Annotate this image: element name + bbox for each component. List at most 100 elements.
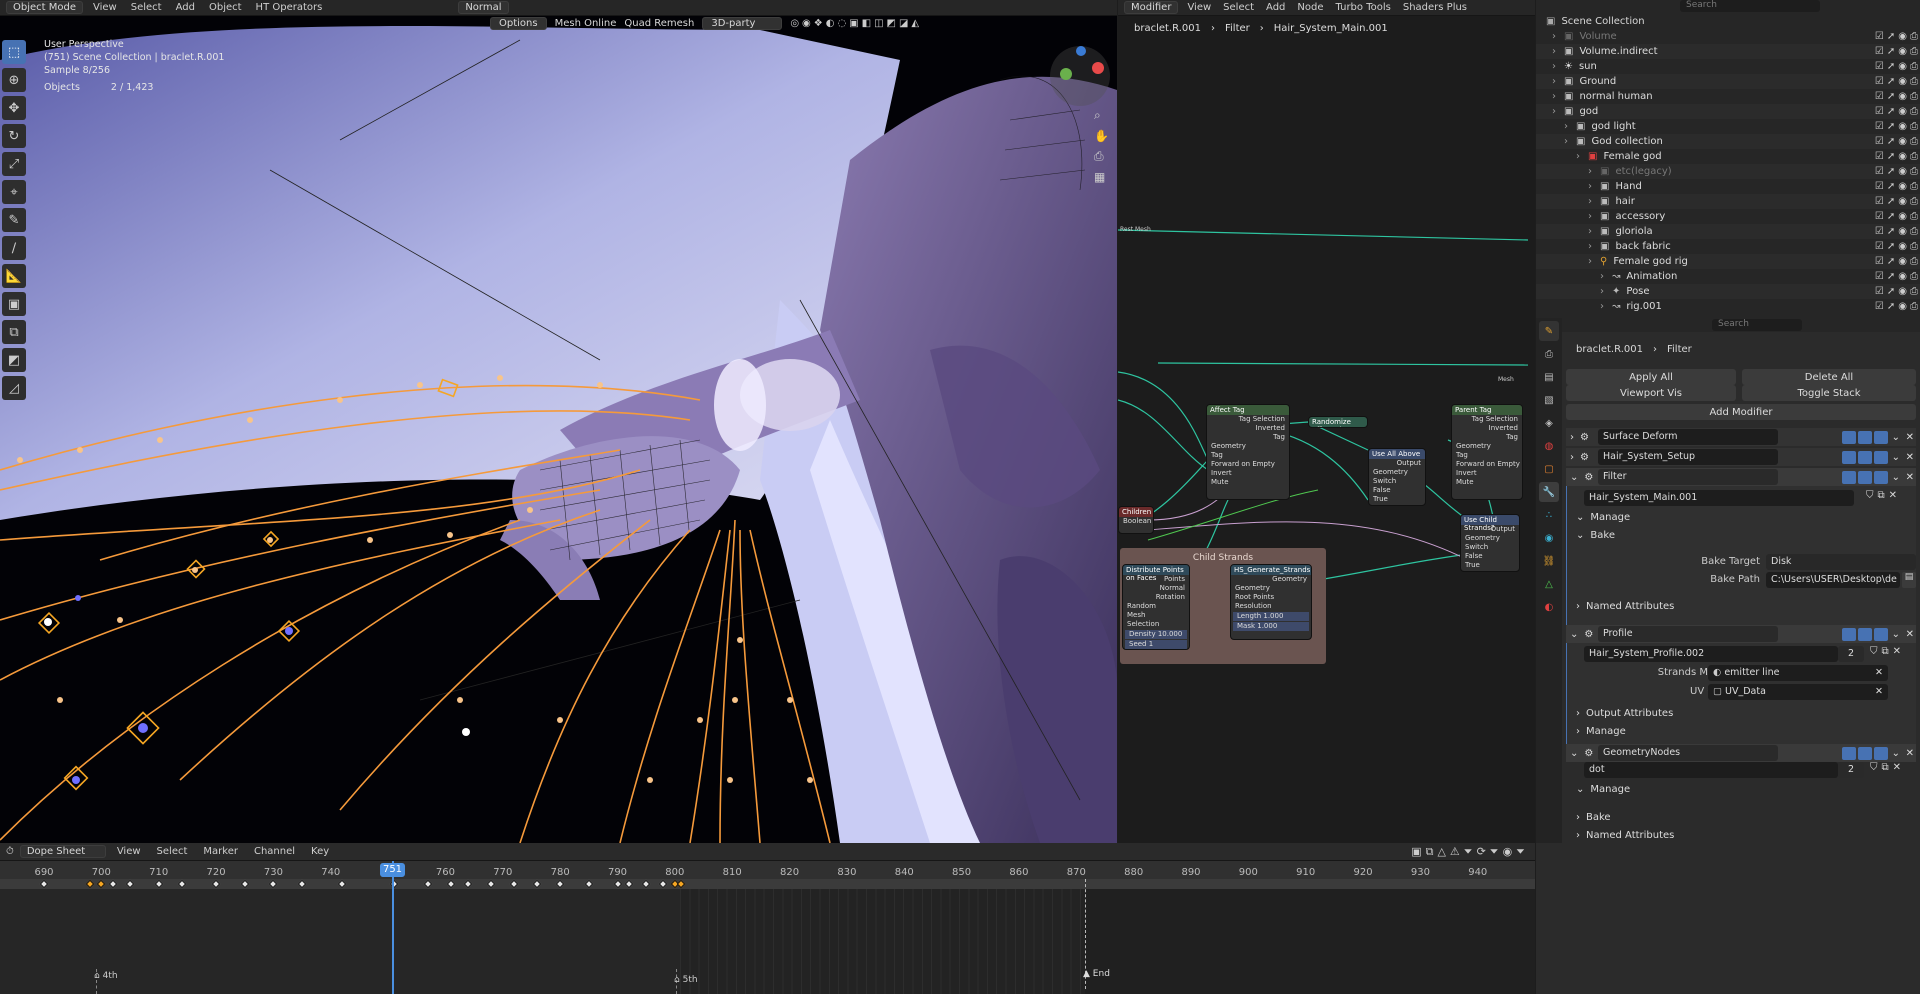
modifier-name-field[interactable]: Profile [1598,626,1778,642]
visibility-toggles[interactable]: ☑ ➚ ◉ ⎙ [1875,31,1918,42]
outliner-root[interactable]: ▣ Scene Collection [1536,14,1920,29]
bake-subpanel[interactable]: ⌄ Bake [1566,526,1916,544]
expand-chevron-icon[interactable]: › [1552,46,1562,57]
outliner-row[interactable]: › ⚲ Female god rig ☑ ➚ ◉ ⎙ [1536,254,1920,269]
options-dropdown[interactable]: Options [490,16,547,30]
select-box-tool-icon[interactable]: ⬚ [2,40,26,64]
eye-icon[interactable]: ◉ [1898,196,1907,207]
expand-chevron-icon[interactable]: › [1588,211,1598,222]
fake-user-icon[interactable]: ⛉ [1866,490,1874,501]
pan-hand-icon[interactable]: ✋ [1094,129,1109,143]
annotate-tool-icon[interactable]: ✎ [2,208,26,232]
outliner-row[interactable]: › ▣ Volume ☑ ➚ ◉ ⎙ [1536,29,1920,44]
output-tab-icon[interactable]: ▤ [1539,367,1559,387]
outliner-panel[interactable]: Search ▣ Scene Collection › ▣ Volume ☑ ➚ ◉ ⎙ › ▣… [1536,0,1920,318]
select-arrow-icon[interactable]: ➚ [1887,181,1895,192]
visibility-toggles[interactable]: ☑ ➚ ◉ ⎙ [1875,91,1918,102]
marker-5th[interactable]: ⌂ 5th [674,975,698,985]
node-randomize-affected[interactable]: Randomize Affected [1308,416,1368,428]
viewport-menu-add[interactable]: Add [172,2,199,13]
modifier-hair-system-setup[interactable]: › ⚙ Hair_System_Setup ⌄ ✕ [1566,448,1916,466]
expand-chevron-icon[interactable]: › [1552,61,1562,72]
node-group-field[interactable]: dot [1584,762,1838,778]
node-hs-generate-strands[interactable]: HS_Generate_Strands Geometry Geometry Ro… [1230,564,1312,640]
density-field[interactable]: Density 10.000 [1125,630,1187,639]
camera-icon[interactable]: ⎙ [1910,241,1918,252]
collapse-chevron-icon[interactable]: ⌄ [1570,472,1578,483]
expand-chevron-icon[interactable]: › [1570,452,1574,463]
particles-tab-icon[interactable]: ∴ [1539,505,1559,525]
viewport-menu-ht-operators[interactable]: HT Operators [252,2,327,13]
outliner-row[interactable]: › ▣ God collection ☑ ➚ ◉ ⎙ [1536,134,1920,149]
move-tool-icon[interactable]: ✥ [2,96,26,120]
node-children[interactable]: Children Boolean [1118,506,1154,534]
checkbox-icon[interactable]: ☑ [1875,241,1884,252]
marker-end[interactable]: ▲ End [1083,969,1110,979]
scene-tab-icon[interactable]: ◈ [1539,413,1559,433]
visibility-toggles[interactable]: ☑ ➚ ◉ ⎙ [1875,301,1918,312]
eye-icon[interactable]: ◉ [1898,256,1907,267]
eye-icon[interactable]: ◉ [1898,151,1907,162]
expand-chevron-icon[interactable]: › [1588,181,1598,192]
expand-chevron-icon[interactable]: › [1600,286,1610,297]
modifier-name-field[interactable]: Hair_System_Setup [1598,449,1778,465]
bake-target-dropdown[interactable]: Disk [1766,554,1916,570]
eye-icon[interactable]: ◉ [1898,211,1907,222]
select-arrow-icon[interactable]: ➚ [1887,31,1895,42]
manage-subpanel[interactable]: ⌄ Manage [1566,780,1916,798]
modifier-surface-deform[interactable]: › ⚙ Surface Deform ⌄ ✕ [1566,428,1916,446]
visibility-toggles[interactable]: ☑ ➚ ◉ ⎙ [1875,241,1918,252]
unlink-icon[interactable]: ✕ [1893,762,1901,773]
uv-owner-field[interactable]: ▢ UV_Data ✕ [1708,684,1888,700]
collapse-chevron-icon[interactable]: ⌄ [1570,748,1578,759]
checkbox-icon[interactable]: ☑ [1875,31,1884,42]
checkbox-icon[interactable]: ☑ [1875,91,1884,102]
mask-field[interactable]: Mask 1.000 [1233,622,1309,631]
camera-icon[interactable]: ⎙ [1910,301,1918,312]
eye-icon[interactable]: ◉ [1898,76,1907,87]
node-use-child-strands[interactable]: Use Child Strands? Output Geometry Switc… [1460,514,1520,572]
strands-material-field[interactable]: ◐ emitter line ✕ [1708,665,1888,681]
checkbox-icon[interactable]: ☑ [1875,256,1884,267]
eye-icon[interactable]: ◉ [1898,46,1907,57]
add-cube-tool-icon[interactable]: ▣ [2,292,26,316]
select-arrow-icon[interactable]: ➚ [1887,241,1895,252]
cursor-tool-icon[interactable]: ⊕ [2,68,26,92]
camera-icon[interactable]: ⎙ [1910,151,1918,162]
checkbox-icon[interactable]: ☑ [1875,46,1884,57]
dope-menu-select[interactable]: Select [152,844,193,859]
gizmo-x-axis-icon[interactable] [1092,62,1104,74]
outliner-search-input[interactable]: Search [1680,0,1820,12]
checkbox-icon[interactable]: ☑ [1875,106,1884,117]
node-use-all-above[interactable]: Use All Above Output Geometry Switch Fal… [1368,448,1426,506]
viewport-menu-select[interactable]: Select [127,2,166,13]
checkbox-icon[interactable]: ☑ [1875,181,1884,192]
eye-icon[interactable]: ◉ [1898,61,1907,72]
visibility-toggles[interactable]: ☑ ➚ ◉ ⎙ [1875,181,1918,192]
outliner-row[interactable]: › ▣ Female god ☑ ➚ ◉ ⎙ [1536,149,1920,164]
clear-icon[interactable]: ✕ [1875,667,1883,678]
navigation-gizmo[interactable] [1050,46,1110,106]
dope-sheet-mode-dropdown[interactable]: Dope Sheet [19,845,106,858]
camera-icon[interactable]: ⎙ [1910,271,1918,282]
eye-icon[interactable]: ◉ [1898,271,1907,282]
modifier-geometrynodes[interactable]: ⌄ ⚙ GeometryNodes ⌄ ✕ [1566,744,1916,762]
manage-subpanel[interactable]: › Manage [1566,722,1916,740]
filter-icons[interactable]: ▣⧉△⚠⏷⟳⏷◉⏷ [1411,845,1529,859]
rotate-tool-icon[interactable]: ↻ [2,124,26,148]
remove-modifier-icon[interactable]: ✕ [1906,748,1914,759]
outliner-row[interactable]: › ↝ rig.001 ☑ ➚ ◉ ⎙ [1536,299,1920,314]
checkbox-icon[interactable]: ☑ [1875,136,1884,147]
outliner-row[interactable]: › ▣ etc(legacy) ☑ ➚ ◉ ⎙ [1536,164,1920,179]
viewport-vis-button[interactable]: Viewport Vis [1566,385,1736,401]
grid-icon[interactable]: ▦ [1094,170,1109,184]
toggle-stack-button[interactable]: Toggle Stack [1742,385,1916,401]
visibility-toggles[interactable]: ☑ ➚ ◉ ⎙ [1875,46,1918,57]
gizmo-y-axis-icon[interactable] [1060,68,1072,80]
modifier-toggles[interactable] [1842,430,1888,444]
select-arrow-icon[interactable]: ➚ [1887,106,1895,117]
unlink-icon[interactable]: ✕ [1889,490,1897,501]
camera-icon[interactable]: ⎙ [1910,31,1918,42]
node-parent-tag[interactable]: Parent Tag Tag Selection Inverted Tag Ge… [1451,404,1523,500]
folder-icon[interactable]: ▤ [1902,572,1916,588]
